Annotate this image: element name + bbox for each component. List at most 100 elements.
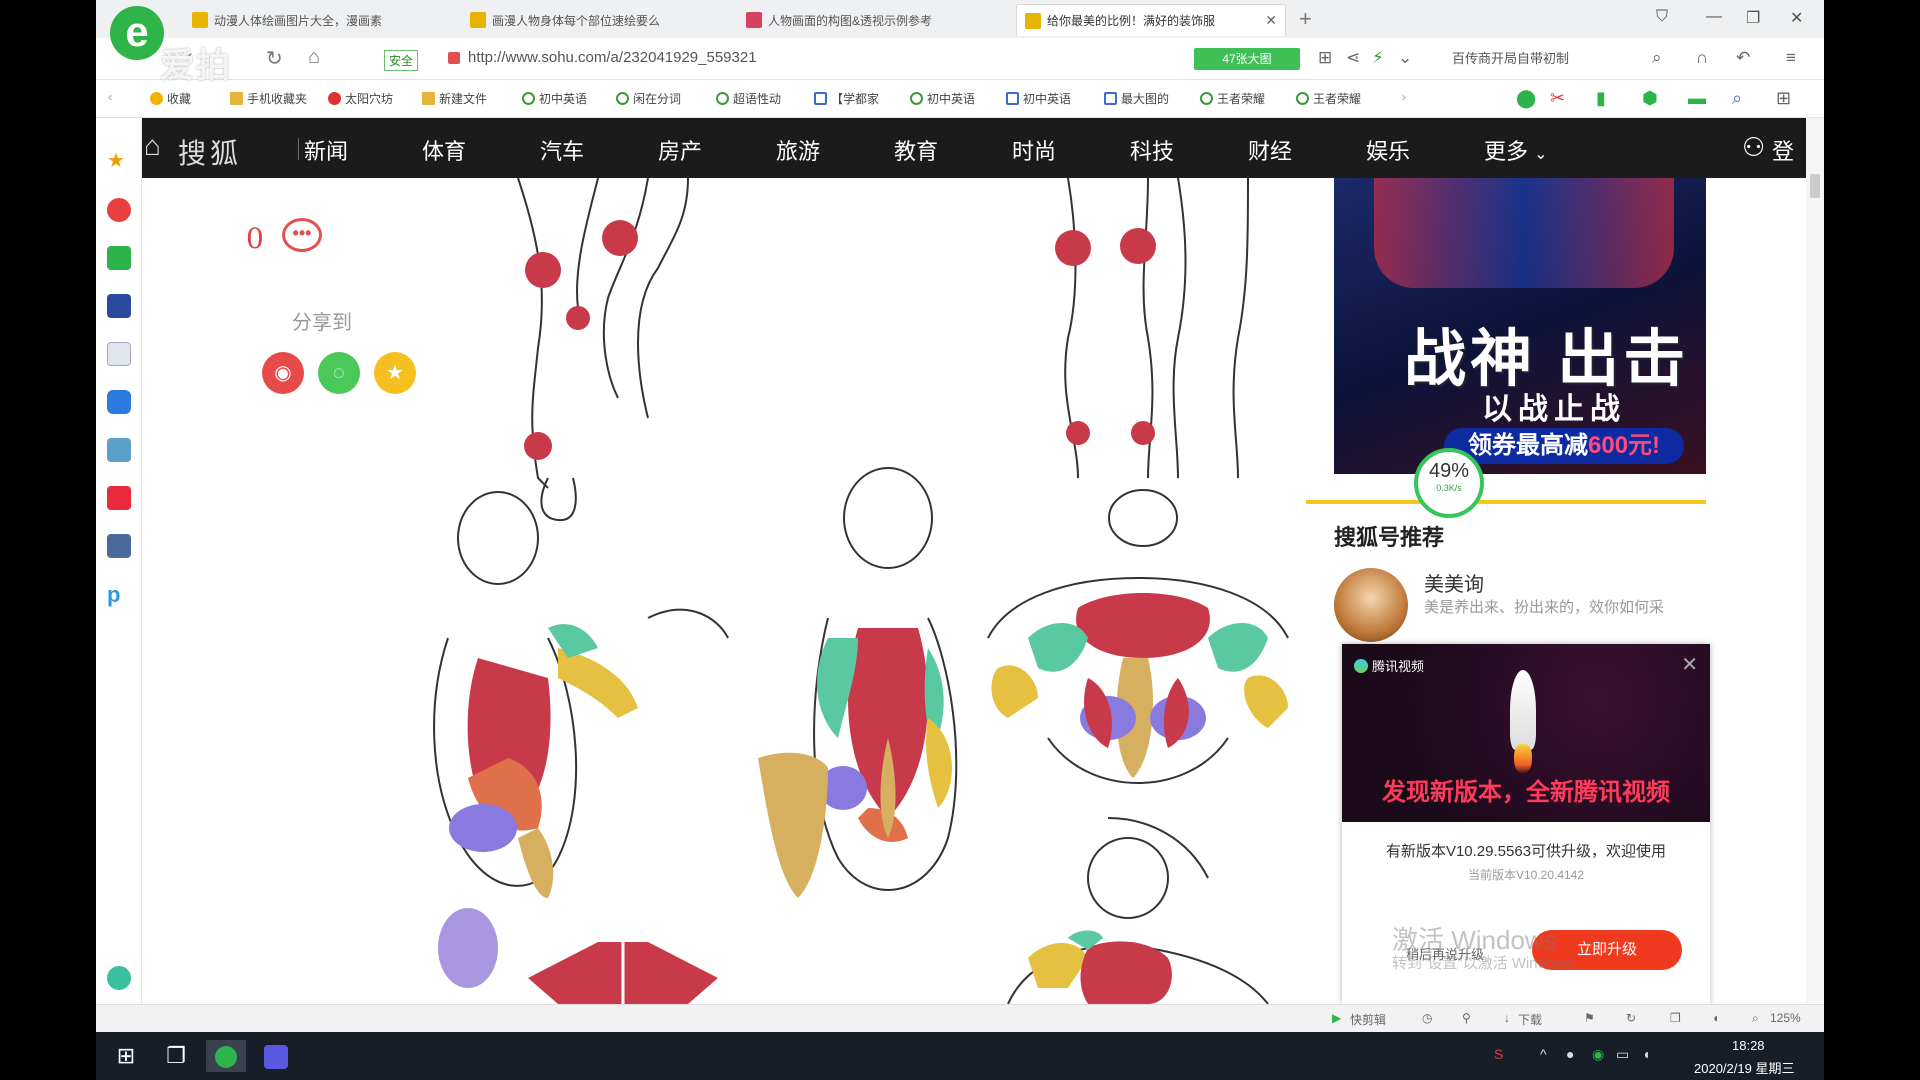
tray-browser-icon[interactable]: ◉ xyxy=(1592,1046,1604,1063)
pin-icon[interactable]: ⚲ xyxy=(1462,1011,1471,1025)
chat-icon[interactable] xyxy=(107,390,131,414)
refresh-icon[interactable]: ↻ xyxy=(1626,1011,1636,1025)
recommend-name[interactable]: 美美询 xyxy=(1424,568,1484,597)
tab-1[interactable]: 动漫人体绘画图片大全，漫画素 xyxy=(184,4,412,36)
weibo-icon[interactable] xyxy=(107,198,131,222)
nav-more[interactable]: 更多 ⌄ xyxy=(1484,134,1548,166)
nav-finance[interactable]: 财经 xyxy=(1248,134,1292,166)
home-icon[interactable]: ⌂ xyxy=(144,130,161,162)
tab-2[interactable]: 画漫人物身体每个部位速绘要么 xyxy=(462,4,690,36)
quick-edit-label[interactable]: 快剪辑 xyxy=(1350,1011,1386,1028)
share-icon[interactable]: ⋖ xyxy=(1346,48,1360,68)
nav-auto[interactable]: 汽车 xyxy=(540,134,584,166)
bookmark-item[interactable]: 超语性动 xyxy=(716,90,781,107)
window-icon[interactable]: ❐ xyxy=(1670,1011,1681,1025)
bookmark-item[interactable]: 【学都家 xyxy=(814,90,879,107)
bookmark-item[interactable]: 新建文件 xyxy=(422,90,487,107)
guard-icon[interactable]: ⬢ xyxy=(1642,88,1658,109)
start-menu-icon[interactable]: ⊞ xyxy=(106,1040,146,1072)
menu-icon[interactable]: ≡ xyxy=(1786,48,1796,68)
tab-3[interactable]: 人物画面的构图&透视示例参考 xyxy=(738,4,966,36)
network-icon[interactable]: ▭ xyxy=(1616,1046,1629,1063)
user-icon[interactable]: ⚇ xyxy=(1742,132,1765,163)
notes-icon[interactable] xyxy=(107,342,131,366)
shield-icon[interactable]: ⬤ xyxy=(1516,88,1536,109)
nav-edu[interactable]: 教育 xyxy=(894,134,938,166)
volume-icon[interactable]: ◖ xyxy=(1642,1046,1650,1062)
network-speed-widget[interactable]: 49% 0.3K/s xyxy=(1414,448,1484,518)
nav-travel[interactable]: 旅游 xyxy=(776,134,820,166)
avatar[interactable] xyxy=(1334,568,1408,642)
game-icon[interactable] xyxy=(107,438,131,462)
bookmarks-back-icon[interactable]: ‹ xyxy=(108,90,112,104)
download-icon[interactable]: ↓ xyxy=(1504,1011,1510,1025)
bookmark-item[interactable]: 王者荣耀 xyxy=(1200,90,1265,107)
zoom-level[interactable]: 125% xyxy=(1770,1011,1801,1025)
bookmark-item[interactable]: 王者荣耀 xyxy=(1296,90,1361,107)
comment-icon[interactable]: ••• xyxy=(282,218,322,252)
undo-icon[interactable]: ↶ xyxy=(1736,48,1750,68)
skin-icon[interactable]: ⛉ xyxy=(1656,8,1668,26)
secure-badge[interactable]: 安全 xyxy=(384,50,419,71)
wechat-share-icon[interactable]: ◌ xyxy=(318,352,360,394)
game2-icon[interactable] xyxy=(107,534,131,558)
nav-fashion[interactable]: 时尚 xyxy=(1012,134,1056,166)
notification-icon[interactable]: ● xyxy=(1566,1046,1574,1062)
login-link[interactable]: 登 xyxy=(1772,134,1794,166)
bookmark-item[interactable]: 收藏 xyxy=(150,90,191,107)
close-tab-icon[interactable]: ✕ xyxy=(1265,12,1277,29)
nav-news[interactable]: 新闻 xyxy=(304,134,348,166)
download-label[interactable]: 下载 xyxy=(1518,1011,1542,1028)
close-icon[interactable]: ✕ xyxy=(1681,652,1698,677)
accelerate-icon[interactable]: ◷ xyxy=(1422,1011,1432,1025)
search-icon[interactable]: ⌕ xyxy=(1652,48,1662,68)
news-icon[interactable] xyxy=(107,294,131,318)
page-scrollbar[interactable] xyxy=(1806,118,1824,1004)
home-icon[interactable]: ⌂ xyxy=(308,46,320,69)
quick-edit-icon[interactable]: ▶ xyxy=(1332,1011,1341,1025)
refresh-icon[interactable]: ↻ xyxy=(266,46,283,71)
chat-icon[interactable]: ▬ xyxy=(1688,88,1706,109)
flag-icon[interactable]: ⚑ xyxy=(1584,1011,1595,1025)
tray-expand-icon[interactable]: ^ xyxy=(1540,1046,1547,1062)
nav-tech[interactable]: 科技 xyxy=(1130,134,1174,166)
chair-ad-banner[interactable]: 战神 出击 以战止战 领券最高减600元! xyxy=(1334,178,1706,474)
restore-button[interactable]: ❐ xyxy=(1746,8,1760,28)
nav-ent[interactable]: 娱乐 xyxy=(1366,134,1410,166)
bookmark-item[interactable]: 初中英语 xyxy=(522,90,587,107)
nav-house[interactable]: 房产 xyxy=(658,134,702,166)
headphones-icon[interactable]: ∩ xyxy=(1696,48,1708,68)
zoom-icon[interactable]: ⌕ xyxy=(1752,1011,1759,1026)
task-view-icon[interactable]: ❐ xyxy=(156,1040,196,1072)
clock-date[interactable]: 2020/2/19 星期三 xyxy=(1694,1058,1794,1077)
minimize-button[interactable]: — xyxy=(1706,8,1722,26)
sidebar-settings-icon[interactable] xyxy=(107,966,131,990)
close-window-button[interactable]: ✕ xyxy=(1790,8,1803,28)
comment-count[interactable]: 0 xyxy=(246,222,264,255)
big-image-button[interactable]: 47张大图 xyxy=(1194,48,1300,70)
clock-time[interactable]: 18:28 xyxy=(1732,1038,1765,1053)
search-input[interactable]: 百传商开局自带初制 xyxy=(1446,46,1670,72)
video-icon[interactable] xyxy=(107,486,131,510)
bookmark-item[interactable]: 初中英语 xyxy=(910,90,975,107)
weibo-share-icon[interactable]: ◉ xyxy=(262,352,304,394)
scrollbar-thumb[interactable] xyxy=(1810,174,1820,198)
bookmark-item[interactable]: 最大图的 xyxy=(1104,90,1169,107)
nav-sports[interactable]: 体育 xyxy=(422,134,466,166)
screenshot-icon[interactable]: ✂ xyxy=(1550,88,1565,109)
mail-icon[interactable] xyxy=(107,246,131,270)
url-field[interactable]: http://www.sohu.com/a/232041929_559321 xyxy=(468,49,757,66)
sohu-logo[interactable]: 搜狐 xyxy=(178,132,242,172)
reader-icon[interactable]: ⊞ xyxy=(1318,48,1332,68)
search-plus-icon[interactable]: ⌕ xyxy=(1732,88,1742,109)
favorites-icon[interactable]: ★ xyxy=(107,148,131,172)
apps-icon[interactable]: ⊞ xyxy=(1776,88,1791,109)
browser-taskbar-icon[interactable] xyxy=(206,1040,246,1072)
tab-4-active[interactable]: 给你最美的比例！满好的装饰服 ✕ xyxy=(1016,4,1286,36)
bookmark-item[interactable]: 初中英语 xyxy=(1006,90,1071,107)
bookmark-item[interactable]: 闲在分词 xyxy=(616,90,681,107)
new-tab-button[interactable]: + xyxy=(1299,6,1312,32)
bookmarks-more-icon[interactable]: › xyxy=(1402,90,1406,104)
speed-mode-icon[interactable]: ⚡ xyxy=(1372,48,1384,68)
bookmark-item[interactable]: 手机收藏夹 xyxy=(230,90,307,107)
